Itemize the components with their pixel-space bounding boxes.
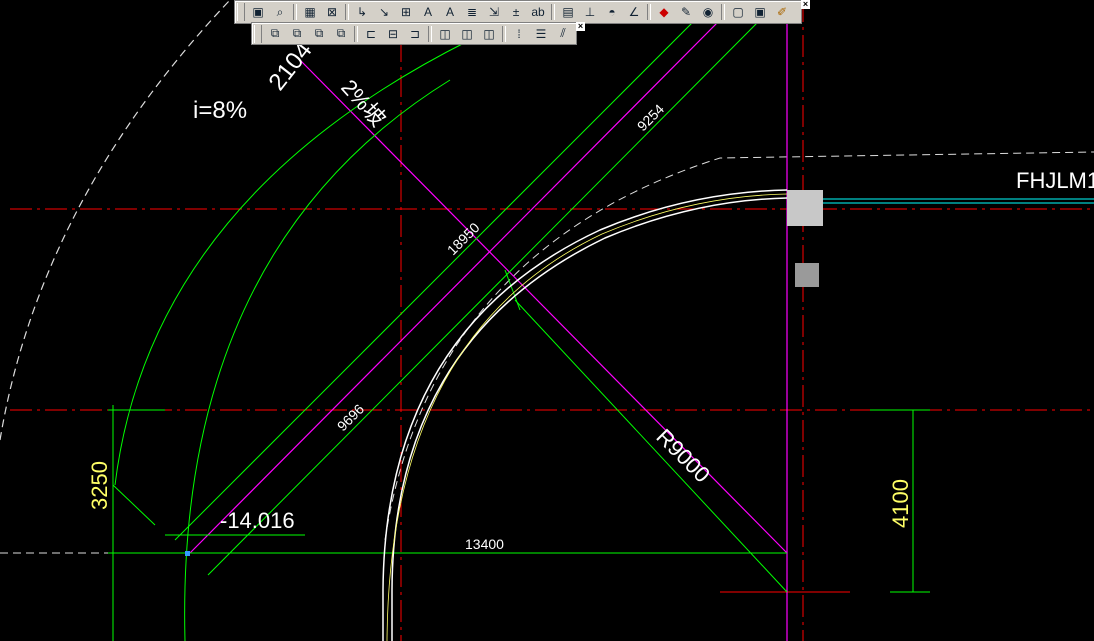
dist-c-icon[interactable]: ◫ bbox=[479, 25, 499, 43]
green-arc-2 bbox=[184, 79, 451, 641]
dim-4100: 4100 bbox=[888, 479, 913, 528]
grip-point[interactable] bbox=[185, 551, 190, 556]
dim-r9000: R9000 bbox=[651, 424, 715, 488]
text-icon[interactable]: A bbox=[440, 3, 460, 21]
separator bbox=[354, 25, 358, 42]
align-toolbar: ⧉ ⧉ ⧉ ⧉ ⊏ ⊟ ⊐ ◫ ◫ ◫ ⁞ ☰ ⫽ × bbox=[251, 22, 585, 45]
dim-9254: 9254 bbox=[634, 101, 667, 134]
layer-b-icon[interactable]: ⧉ bbox=[287, 25, 307, 43]
eraser-icon[interactable]: ◆ bbox=[654, 3, 674, 21]
slope-text: 2%坡 bbox=[336, 75, 391, 132]
abbrev-icon[interactable]: ab bbox=[528, 3, 548, 21]
stamp-icon[interactable]: ◓ bbox=[602, 3, 622, 21]
export-icon[interactable]: ⇲ bbox=[484, 3, 504, 21]
dim-9696: 9696 bbox=[334, 401, 367, 434]
green-diag-1 bbox=[174, 19, 696, 541]
separator bbox=[502, 25, 506, 42]
column-block bbox=[787, 190, 823, 226]
green-diag-3 bbox=[514, 299, 788, 593]
leader-alt-icon[interactable]: ↘ bbox=[374, 3, 394, 21]
zoom-icon[interactable]: ⌕ bbox=[270, 3, 290, 21]
table-icon[interactable]: ▤ bbox=[558, 3, 578, 21]
layer-a-icon[interactable]: ⧉ bbox=[265, 25, 285, 43]
window-icon[interactable]: ▢ bbox=[728, 3, 748, 21]
dim-3250: 3250 bbox=[87, 461, 112, 510]
leader-icon[interactable]: ↳ bbox=[352, 3, 372, 21]
road-curve-outer bbox=[382, 189, 788, 641]
dim-2104: 2104 bbox=[263, 37, 317, 96]
elevation-icon[interactable]: ± bbox=[506, 3, 526, 21]
align-icon[interactable]: ⊞ bbox=[396, 3, 416, 21]
separator bbox=[551, 4, 555, 20]
green-arc-1 bbox=[114, 39, 471, 486]
separator bbox=[428, 25, 432, 42]
brush-icon[interactable]: ✐ bbox=[772, 3, 792, 21]
eye-icon[interactable]: ◉ bbox=[698, 3, 718, 21]
layout-icon[interactable]: ▣ bbox=[750, 3, 770, 21]
separator bbox=[293, 4, 297, 20]
dim-13400: 13400 bbox=[465, 536, 504, 552]
grid-a-icon[interactable]: ⁞ bbox=[509, 25, 529, 43]
dim-icon[interactable]: ⊥ bbox=[580, 3, 600, 21]
separator bbox=[647, 4, 651, 20]
layer-c-icon[interactable]: ⧉ bbox=[309, 25, 329, 43]
outer-boundary-arc bbox=[0, 0, 231, 441]
separator bbox=[721, 4, 725, 20]
toolbar-grip[interactable] bbox=[254, 24, 262, 43]
separator bbox=[345, 4, 349, 20]
road-curve-yellow bbox=[386, 193, 788, 641]
toolbar-grip[interactable] bbox=[237, 3, 245, 21]
tag-fhjlm: FHJLM1 bbox=[1016, 168, 1094, 193]
align-mid-icon[interactable]: ⊟ bbox=[383, 25, 403, 43]
close-icon[interactable]: × bbox=[801, 0, 810, 9]
layer-d-icon[interactable]: ⧉ bbox=[331, 25, 351, 43]
slope-label: i=8% bbox=[193, 97, 247, 124]
green-diag-2 bbox=[207, 19, 761, 576]
align-left-icon[interactable]: ⊏ bbox=[361, 25, 381, 43]
dist-b-icon[interactable]: ◫ bbox=[457, 25, 477, 43]
text-align-icon[interactable]: A bbox=[418, 3, 438, 21]
main-toolbar: ▣ ⌕ ▦ ⊠ ↳ ↘ ⊞ A A ≣ ⇲ ± ab ▤ ⊥ ◓ ∠ ◆ ✎ ◉… bbox=[234, 0, 810, 24]
list-icon[interactable]: ☰ bbox=[531, 25, 551, 43]
close-icon[interactable]: × bbox=[576, 22, 585, 31]
angle-icon[interactable]: ∠ bbox=[624, 3, 644, 21]
elevation-label: -14.016 bbox=[220, 508, 295, 533]
multiline-text-icon[interactable]: ≣ bbox=[462, 3, 482, 21]
road-edge-dashed bbox=[384, 151, 1094, 541]
grid-icon[interactable]: ▦ bbox=[300, 3, 320, 21]
cad-drawing-canvas[interactable]: i=8% 2104 2%坡 9254 18950 9696 R9000 3250… bbox=[0, 0, 1094, 641]
small-block bbox=[795, 263, 819, 287]
hatch-icon[interactable]: ⫽ bbox=[553, 25, 573, 43]
paper-icon[interactable]: ▣ bbox=[248, 3, 268, 21]
pencil-icon[interactable]: ✎ bbox=[676, 3, 696, 21]
magenta-diag-2 bbox=[299, 59, 788, 554]
align-right-icon[interactable]: ⊐ bbox=[405, 25, 425, 43]
frame-icon[interactable]: ⊠ bbox=[322, 3, 342, 21]
green-tick-r9000 bbox=[504, 269, 521, 311]
green-ext-3250 bbox=[112, 484, 156, 526]
dist-a-icon[interactable]: ◫ bbox=[435, 25, 455, 43]
magenta-diag-1 bbox=[189, 19, 721, 554]
